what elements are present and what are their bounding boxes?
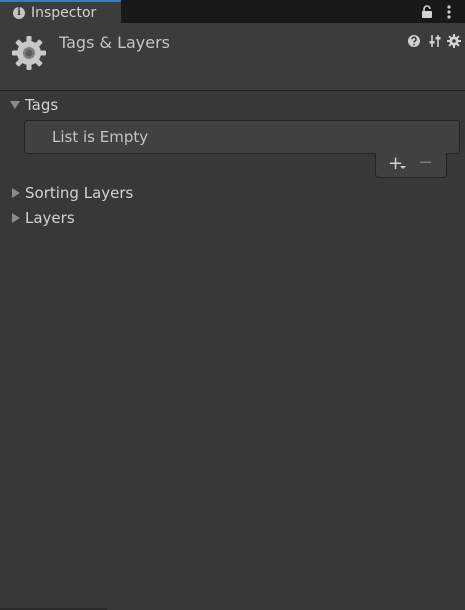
remove-button[interactable]: − [418,154,436,172]
plus-icon: + [388,153,404,174]
collapsed-arrow-icon [12,188,20,198]
tab-bar: i Inspector [0,0,465,23]
more-options-icon[interactable] [447,4,451,23]
foldout-label: Layers [25,209,75,227]
gear-icon [11,35,47,75]
dropdown-caret-icon [400,166,406,169]
foldout-sorting-layers[interactable]: Sorting Layers [10,184,133,202]
inspector-window: i Inspector Tags & Layers Tags List is E… [0,0,465,610]
tags-list: List is Empty [24,120,460,154]
info-icon: i [13,6,25,19]
list-empty-text: List is Empty [52,128,149,146]
add-button[interactable]: + [388,155,408,173]
foldout-tags[interactable]: Tags [10,96,58,114]
page-title: Tags & Layers [59,33,171,52]
help-icon[interactable] [407,33,421,47]
preset-icon[interactable] [428,33,442,47]
expand-arrow-icon [10,101,20,109]
tab-inspector[interactable]: i Inspector [0,0,121,23]
lock-icon[interactable] [421,4,433,23]
settings-icon[interactable] [447,33,461,48]
foldout-layers[interactable]: Layers [10,209,75,227]
collapsed-arrow-icon [12,213,20,223]
list-footer: + − [375,153,447,178]
foldout-label: Sorting Layers [25,184,134,202]
foldout-label: Tags [25,96,59,114]
tab-label: Inspector [31,4,97,21]
inspector-header: Tags & Layers [0,23,465,91]
